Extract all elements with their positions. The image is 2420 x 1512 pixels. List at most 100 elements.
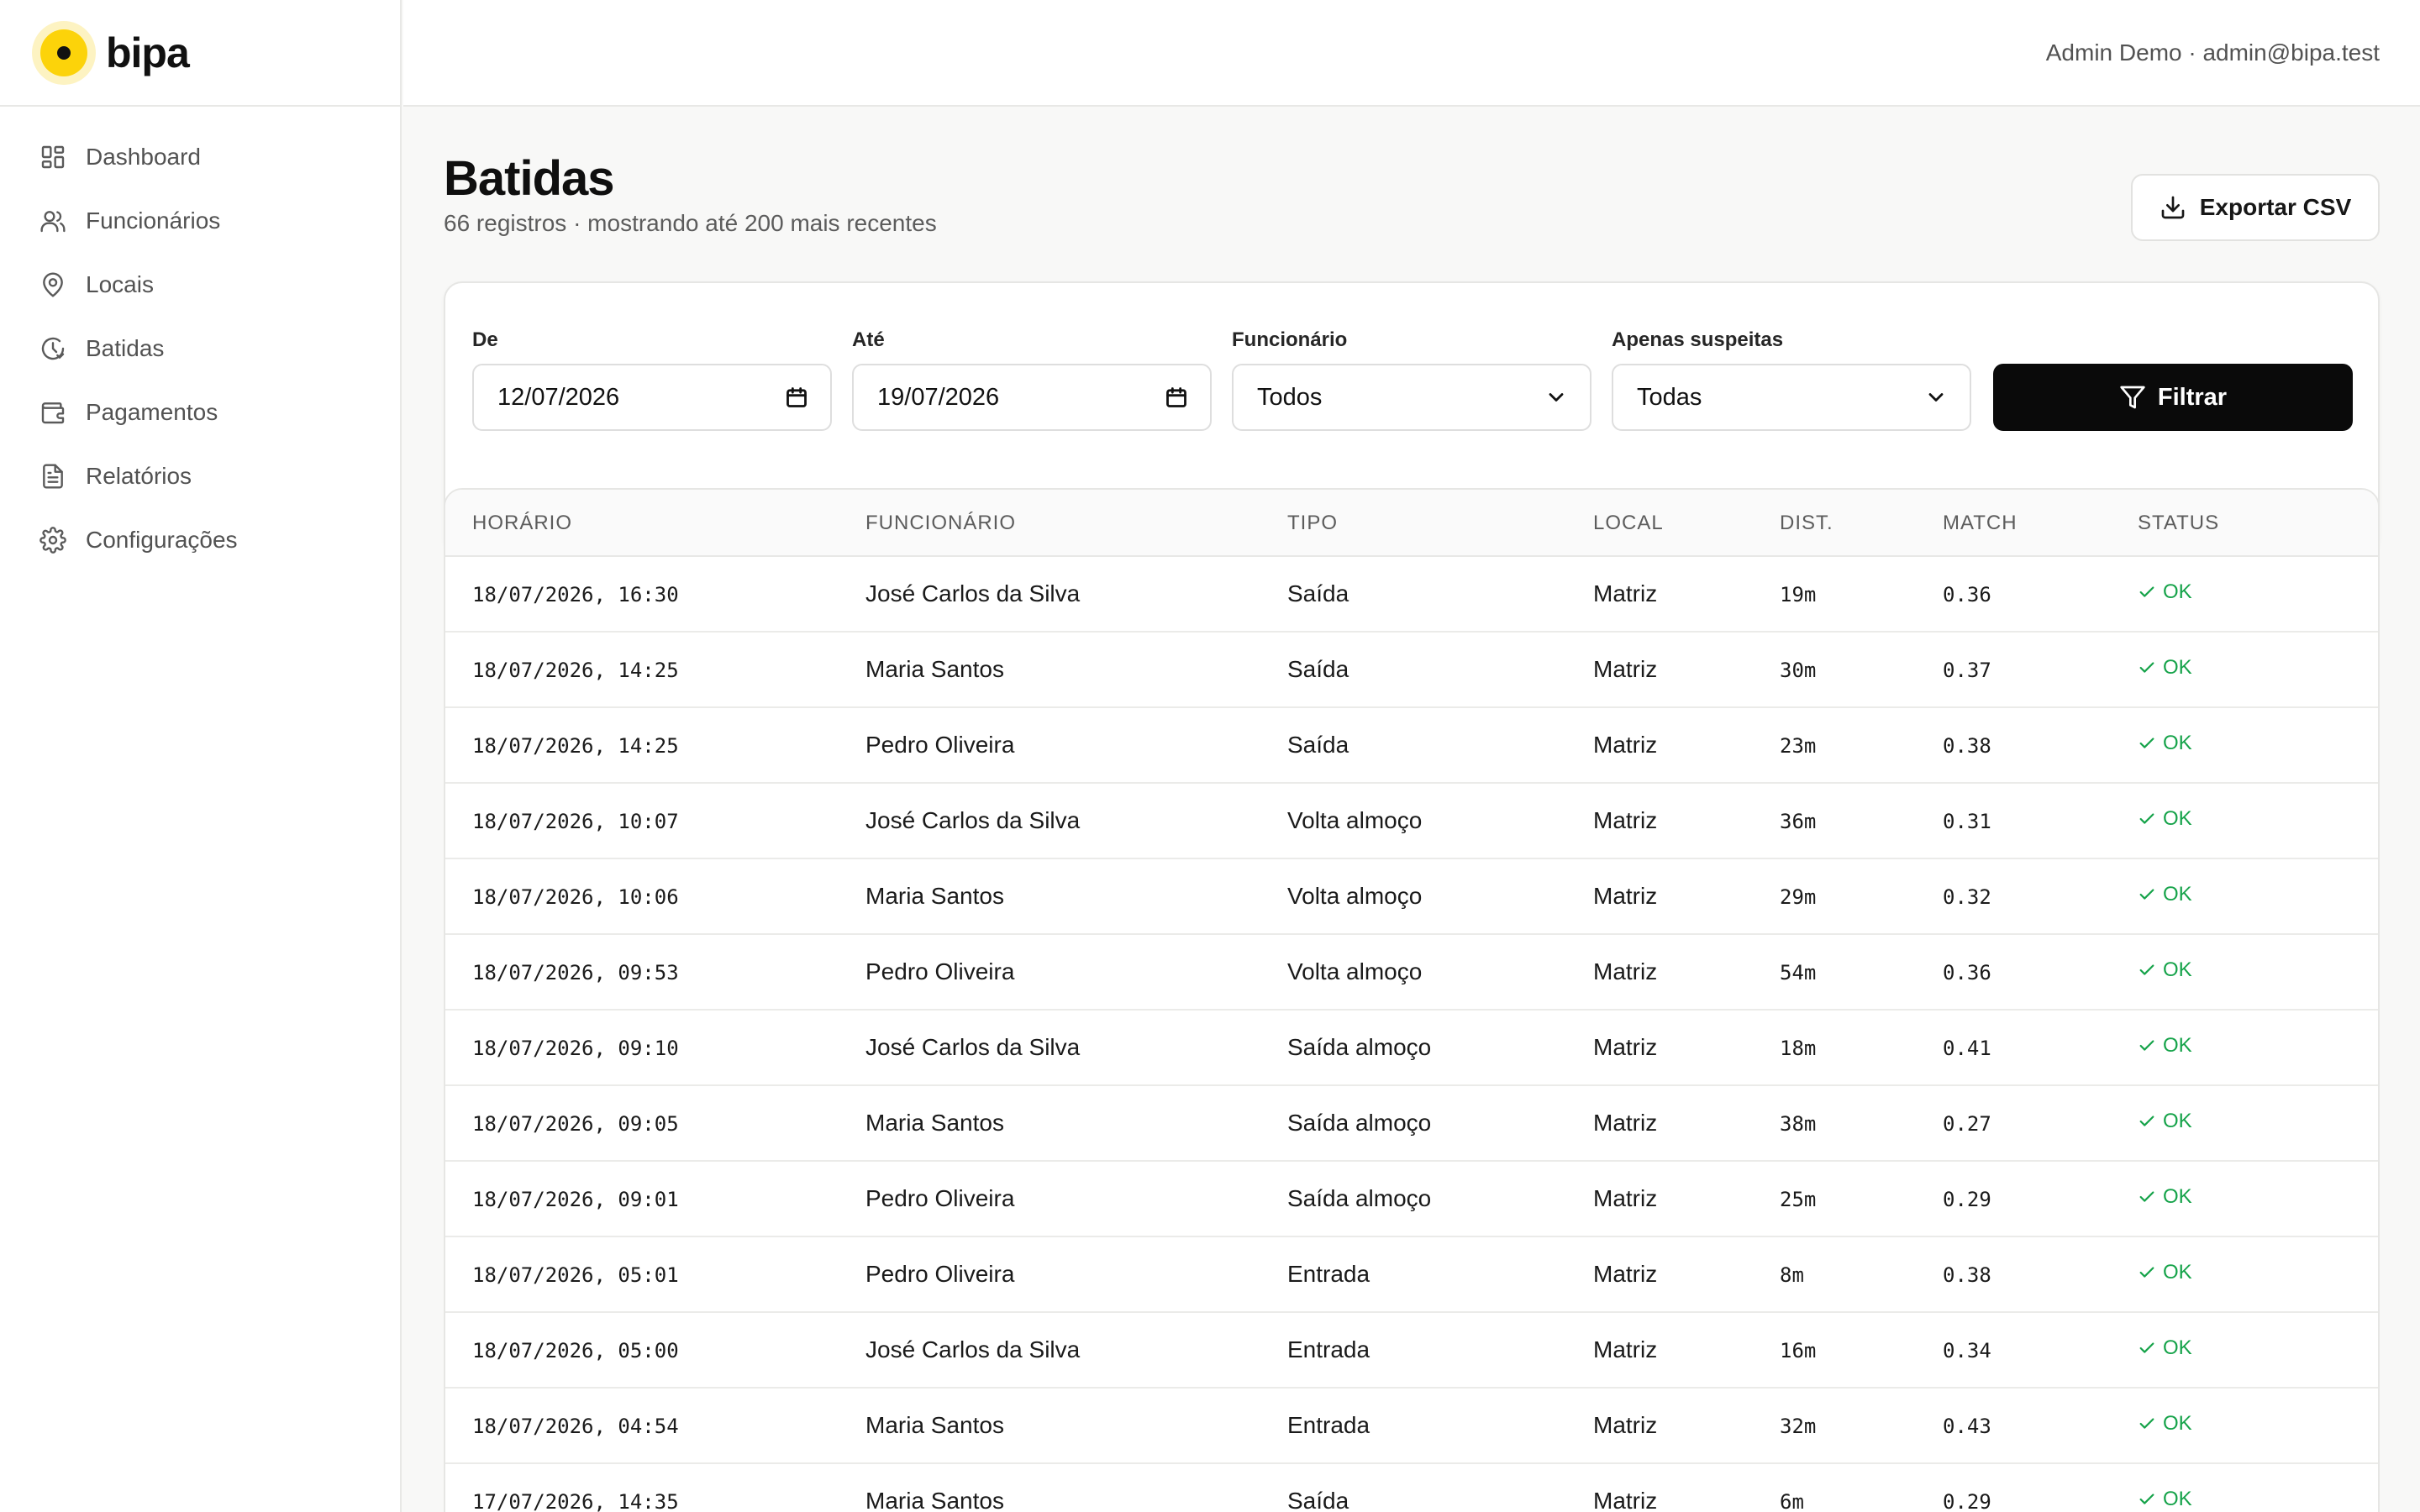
table-row[interactable]: 18/07/2026, 09:10 José Carlos da Silva Saí… <box>445 1011 2378 1086</box>
column-header-location[interactable]: LOCAL <box>1593 512 1664 535</box>
cell-location: Matriz <box>1593 1110 1658 1136</box>
cell-type: Volta almoço <box>1287 807 1423 833</box>
suspicious-select[interactable]: Todas <box>1612 364 1971 431</box>
user-info[interactable]: Admin Demo · admin@bipa.test <box>2046 39 2380 66</box>
status-text: OK <box>2163 1488 2192 1510</box>
cell-time: 18/07/2026, 14:25 <box>472 734 679 758</box>
sidebar-item-relatorios[interactable]: Relatórios <box>22 446 385 507</box>
table-row[interactable]: 18/07/2026, 10:07 José Carlos da Silva Vol… <box>445 784 2378 859</box>
filter-to-label: Até <box>852 328 885 351</box>
check-icon <box>2139 586 2154 597</box>
cell-distance: 32m <box>1780 1415 1817 1438</box>
cell-employee: Maria Santos <box>865 883 1004 909</box>
check-icon <box>2139 889 2154 900</box>
cell-distance: 23m <box>1780 734 1817 758</box>
export-csv-button[interactable]: Exportar CSV <box>2131 174 2380 241</box>
calendar-icon[interactable] <box>1165 386 1188 409</box>
cell-time: 18/07/2026, 04:54 <box>472 1415 679 1438</box>
employee-select[interactable]: Todos <box>1232 364 1591 431</box>
cell-match: 0.29 <box>1943 1490 1991 1512</box>
cell-time: 18/07/2026, 10:07 <box>472 810 679 833</box>
sidebar-item-label: Locais <box>86 271 154 297</box>
cell-match: 0.38 <box>1943 734 1991 758</box>
filter-button[interactable]: Filtrar <box>1993 364 2353 431</box>
cell-type: Entrada <box>1287 1261 1370 1287</box>
sidebar-item-dashboard[interactable]: Dashboard <box>22 127 385 187</box>
table-row[interactable]: 18/07/2026, 09:05 Maria Santos Saída almoç… <box>445 1086 2378 1162</box>
sidebar: bipa Dashboard Funcionários Locais Batid… <box>0 0 402 1512</box>
status-badge: OK <box>2138 1488 2192 1511</box>
table-row[interactable]: 17/07/2026, 14:35 Maria Santos Saída Matriz… <box>445 1464 2378 1512</box>
table-body: 18/07/2026, 16:30 José Carlos da Silva Saí… <box>445 557 2378 1512</box>
cell-location: Matriz <box>1593 958 1658 984</box>
cell-location: Matriz <box>1593 807 1658 833</box>
check-icon <box>2139 738 2154 748</box>
dashboard-icon <box>39 143 67 171</box>
filter-from-label: De <box>472 328 498 351</box>
date-to-value: 19/07/2026 <box>877 383 1000 411</box>
status-text: OK <box>2163 1110 2192 1132</box>
date-from-input[interactable]: 12/07/2026 <box>472 364 832 431</box>
table-row[interactable]: 18/07/2026, 05:01 Pedro Oliveira Entrada Ma… <box>445 1237 2378 1313</box>
column-header-distance[interactable]: DIST. <box>1780 512 1833 535</box>
sidebar-item-label: Batidas <box>86 335 165 361</box>
status-badge: OK <box>2138 732 2192 755</box>
cell-match: 0.29 <box>1943 1188 1991 1211</box>
filter-suspicious-label: Apenas suspeitas <box>1612 328 1784 351</box>
cell-time: 18/07/2026, 05:01 <box>472 1263 679 1287</box>
table-row[interactable]: 18/07/2026, 14:25 Maria Santos Saída Matriz… <box>445 633 2378 708</box>
sidebar-item-funcionarios[interactable]: Funcionários <box>22 191 385 251</box>
cell-distance: 38m <box>1780 1112 1817 1136</box>
page-header: Batidas 66 registros · mostrando até 200… <box>444 107 2380 283</box>
cell-location: Matriz <box>1593 1488 1658 1512</box>
sidebar-item-configuracoes[interactable]: Configurações <box>22 510 385 570</box>
sidebar-item-batidas[interactable]: Batidas <box>22 318 385 379</box>
check-icon <box>2139 1116 2154 1126</box>
status-text: OK <box>2163 656 2192 679</box>
gear-icon <box>39 526 67 554</box>
table-row[interactable]: 18/07/2026, 10:06 Maria Santos Volta almoç… <box>445 859 2378 935</box>
check-icon <box>2139 1494 2154 1504</box>
cell-time: 17/07/2026, 14:35 <box>472 1490 679 1512</box>
status-text: OK <box>2163 883 2192 906</box>
cell-type: Entrada <box>1287 1412 1370 1438</box>
table-header: HORÁRIO FUNCIONÁRIO TIPO LOCAL DIST. MAT… <box>445 490 2378 557</box>
column-header-employee[interactable]: FUNCIONÁRIO <box>865 512 1016 535</box>
status-badge: OK <box>2138 1034 2192 1058</box>
download-icon <box>2161 196 2185 219</box>
brand[interactable]: bipa <box>0 0 400 107</box>
status-text: OK <box>2163 1412 2192 1435</box>
cell-distance: 8m <box>1780 1263 1804 1287</box>
status-badge: OK <box>2138 883 2192 906</box>
table-row[interactable]: 18/07/2026, 14:25 Pedro Oliveira Saída Matr… <box>445 708 2378 784</box>
filter-button-label: Filtrar <box>2157 383 2228 411</box>
sidebar-item-locais[interactable]: Locais <box>22 255 385 315</box>
cell-distance: 36m <box>1780 810 1817 833</box>
sidebar-item-label: Relatórios <box>86 463 192 489</box>
cell-match: 0.31 <box>1943 810 1991 833</box>
clock-history-icon <box>39 334 67 363</box>
check-icon <box>2139 964 2154 975</box>
cell-location: Matriz <box>1593 1336 1658 1362</box>
cell-location: Matriz <box>1593 1034 1658 1060</box>
column-header-time[interactable]: HORÁRIO <box>472 512 572 535</box>
sidebar-item-label: Dashboard <box>86 144 201 170</box>
column-header-status[interactable]: STATUS <box>2138 512 2219 535</box>
employee-select-value: Todos <box>1257 383 1323 411</box>
table-row[interactable]: 18/07/2026, 04:54 Maria Santos Entrada Matr… <box>445 1389 2378 1464</box>
table-row[interactable]: 18/07/2026, 09:01 Pedro Oliveira Saída alm… <box>445 1162 2378 1237</box>
date-to-input[interactable]: 19/07/2026 <box>852 364 1212 431</box>
cell-type: Saída almoço <box>1287 1110 1432 1136</box>
page-title: Batidas <box>444 151 615 206</box>
column-header-match[interactable]: MATCH <box>1943 512 2018 535</box>
brand-name: bipa <box>106 29 190 76</box>
calendar-icon[interactable] <box>785 386 808 409</box>
table-row[interactable]: 18/07/2026, 05:00 José Carlos da Silva Ent… <box>445 1313 2378 1389</box>
column-header-type[interactable]: TIPO <box>1287 512 1338 535</box>
sidebar-item-pagamentos[interactable]: Pagamentos <box>22 382 385 443</box>
check-icon <box>2139 1040 2154 1051</box>
status-badge: OK <box>2138 958 2192 982</box>
table-row[interactable]: 18/07/2026, 16:30 José Carlos da Silva Saí… <box>445 557 2378 633</box>
table-row[interactable]: 18/07/2026, 09:53 Pedro Oliveira Volta alm… <box>445 935 2378 1011</box>
sidebar-item-label: Pagamentos <box>86 399 218 425</box>
